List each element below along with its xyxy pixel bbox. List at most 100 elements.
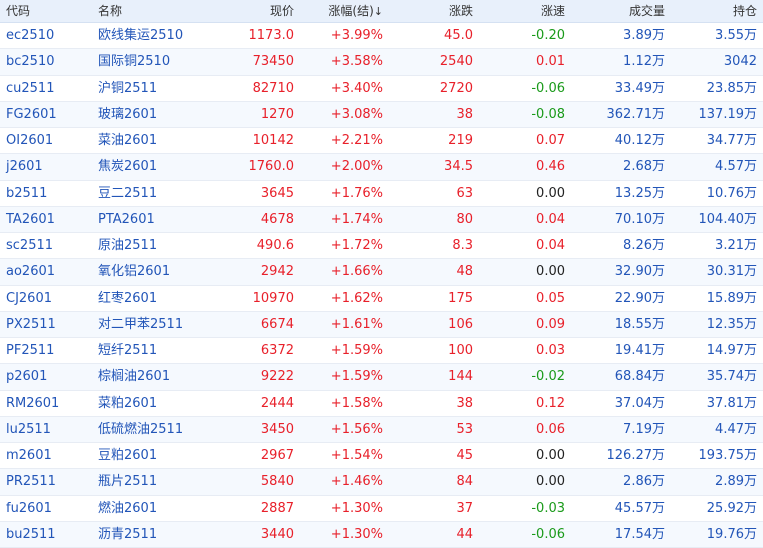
cell-name[interactable]: 玻璃2601 — [92, 102, 210, 127]
cell-price: 2444 — [260, 395, 294, 411]
table-row[interactable]: b2511 豆二2511 3645 +1.76% 63 0.00 13.25万 10.76万 — [0, 181, 763, 207]
table-row[interactable]: sc2511 原油2511 490.6 +1.72% 8.3 0.04 8.26万 3.21万 — [0, 233, 763, 260]
cell-volume: 19.41万 — [614, 343, 665, 358]
cell-code[interactable]: lu2511 — [0, 417, 92, 442]
cell-code[interactable]: cu2511 — [0, 76, 92, 101]
cell-name[interactable]: 欧线集运2510 — [92, 23, 210, 48]
cell-code[interactable]: OI2601 — [0, 128, 92, 153]
cell-price: 4678 — [260, 211, 294, 227]
cell-code[interactable]: CJ2601 — [0, 286, 92, 311]
table-row[interactable]: ao2601 氧化铝2601 2942 +1.66% 48 0.00 32.90万 30.31… — [0, 259, 763, 286]
cell-name[interactable]: 焦炭2601 — [92, 154, 210, 179]
column-header-price[interactable]: 现价 — [210, 0, 300, 22]
cell-name[interactable]: 燃油2601 — [92, 496, 210, 521]
cell-code[interactable]: PR2511 — [0, 469, 92, 494]
table-row[interactable]: PF2511 短纤2511 6372 +1.59% 100 0.03 19.41万 14.97… — [0, 338, 763, 365]
cell-code[interactable]: bu2511 — [0, 522, 92, 547]
cell-speed: 0.00 — [536, 185, 565, 201]
table-row[interactable]: FG2601 玻璃2601 1270 +3.08% 38 -0.08 362.71万 137.… — [0, 101, 763, 128]
table-row[interactable]: CJ2601 红枣2601 10970 +1.62% 175 0.05 22.90万 15.8… — [0, 286, 763, 312]
table-row[interactable]: fu2601 燃油2601 2887 +1.30% 37 -0.03 45.57万 25.92… — [0, 496, 763, 522]
cell-price: 10142 — [252, 133, 294, 148]
table-row[interactable]: cu2511 沪铜2511 82710 +3.40% 2720 -0.06 33.49万 23… — [0, 76, 763, 102]
cell-name[interactable]: 对二甲苯2511 — [92, 312, 210, 337]
cell-change-percent: +1.61% — [330, 316, 383, 332]
cell-code[interactable]: FG2601 — [0, 102, 92, 127]
cell-change-percent: +2.00% — [330, 159, 383, 175]
cell-code[interactable]: p2601 — [0, 364, 92, 389]
cell-name[interactable]: 豆二2511 — [92, 181, 210, 206]
cell-change: 38 — [456, 395, 473, 411]
cell-code[interactable]: PX2511 — [0, 312, 92, 337]
cell-open-interest: 104.40万 — [698, 211, 758, 227]
cell-price: 1270 — [260, 106, 294, 122]
cell-change: 144 — [448, 369, 473, 385]
table-row[interactable]: p2601 棕榈油2601 9222 +1.59% 144 -0.02 68.84万 35.7… — [0, 364, 763, 391]
column-header-price-label: 现价 — [269, 4, 294, 18]
cell-change: 53 — [456, 421, 473, 437]
cell-code[interactable]: b2511 — [0, 181, 92, 206]
cell-name[interactable]: 氧化铝2601 — [92, 259, 210, 284]
cell-code[interactable]: ec2510 — [0, 23, 92, 48]
cell-open-interest: 19.76万 — [706, 526, 757, 542]
cell-speed: 0.12 — [536, 395, 565, 411]
column-header-name[interactable]: 名称 — [92, 0, 210, 22]
table-row[interactable]: OI2601 菜油2601 10142 +2.21% 219 0.07 40.12万 34.7… — [0, 128, 763, 155]
cell-volume: 2.86万 — [623, 474, 665, 490]
cell-code[interactable]: fu2601 — [0, 496, 92, 521]
table-row[interactable]: PR2511 瓶片2511 5840 +1.46% 84 0.00 2.86万 2.89万 — [0, 469, 763, 496]
cell-name[interactable]: 菜油2601 — [92, 128, 210, 153]
table-row[interactable]: lu2511 低硫燃油2511 3450 +1.56% 53 0.06 7.19万 4.47万 — [0, 416, 763, 443]
cell-name[interactable]: 红枣2601 — [92, 286, 210, 311]
table-row[interactable]: TA2601 PTA2601 4678 +1.74% 80 0.04 70.10万 104.4… — [0, 206, 763, 233]
cell-name[interactable]: PTA2601 — [92, 207, 210, 232]
table-row[interactable]: m2601 豆粕2601 2967 +1.54% 45 0.00 126.27万 193.75… — [0, 443, 763, 470]
cell-name[interactable]: 国际铜2510 — [92, 49, 210, 74]
cell-name[interactable]: 豆粕2601 — [92, 443, 210, 468]
cell-change-percent: +3.99% — [330, 28, 383, 43]
cell-price: 5840 — [260, 474, 294, 490]
cell-open-interest: 15.89万 — [706, 290, 757, 306]
cell-name[interactable]: 沪铜2511 — [92, 76, 210, 101]
cell-price: 1760.0 — [248, 159, 295, 175]
cell-name[interactable]: 棕榈油2601 — [92, 364, 210, 389]
cell-name[interactable]: 原油2511 — [92, 233, 210, 258]
cell-volume: 45.57万 — [614, 500, 665, 516]
column-header-change[interactable]: 涨跌 — [389, 0, 480, 22]
cell-code[interactable]: RM2601 — [0, 391, 92, 416]
cell-code[interactable]: bc2510 — [0, 49, 92, 74]
cell-change: 2720 — [439, 80, 473, 96]
table-row[interactable]: bu2511 沥青2511 3440 +1.30% 44 -0.06 17.54万 19.76… — [0, 521, 763, 548]
cell-open-interest: 4.47万 — [715, 421, 757, 437]
cell-name[interactable]: 低硫燃油2511 — [92, 417, 210, 442]
table-row[interactable]: RM2601 菜粕2601 2444 +1.58% 38 0.12 37.04万 37.81万 — [0, 391, 763, 417]
cell-code[interactable]: sc2511 — [0, 233, 92, 258]
cell-code[interactable]: TA2601 — [0, 207, 92, 232]
table-row[interactable]: ec2510 欧线集运2510 1173.0 +3.99% 45.0 -0.20 3.89万… — [0, 23, 763, 50]
cell-code[interactable]: PF2511 — [0, 338, 92, 363]
cell-name[interactable]: 短纤2511 — [92, 338, 210, 363]
column-header-change-percent[interactable]: 涨幅(结)↓ — [300, 0, 389, 22]
table-header: 代码 名称 现价 涨幅(结)↓ 涨跌 涨速 成交量 持仓 — [0, 0, 763, 23]
cell-name[interactable]: 菜粕2601 — [92, 391, 210, 416]
column-header-open-interest[interactable]: 持仓 — [669, 0, 763, 22]
column-header-code[interactable]: 代码 — [0, 0, 92, 22]
cell-name[interactable]: 沥青2511 — [92, 522, 210, 547]
cell-volume: 70.10万 — [614, 211, 665, 227]
column-header-volume[interactable]: 成交量 — [571, 0, 669, 22]
column-header-speed[interactable]: 涨速 — [480, 0, 571, 22]
cell-price: 1173.0 — [248, 28, 295, 43]
table-row[interactable]: bc2510 国际铜2510 73450 +3.58% 2540 0.01 1.12万 304… — [0, 49, 763, 76]
cell-price: 6674 — [260, 316, 294, 332]
cell-change: 80 — [456, 211, 473, 227]
cell-volume: 18.55万 — [614, 316, 665, 332]
column-header-speed-label: 涨速 — [540, 4, 565, 18]
cell-code[interactable]: j2601 — [0, 154, 92, 179]
cell-name[interactable]: 瓶片2511 — [92, 469, 210, 494]
cell-change-percent: +1.30% — [330, 500, 383, 516]
cell-code[interactable]: ao2601 — [0, 259, 92, 284]
table-row[interactable]: PX2511 对二甲苯2511 6674 +1.61% 106 0.09 18.55万 12.… — [0, 311, 763, 338]
cell-speed: -0.02 — [531, 369, 565, 385]
cell-code[interactable]: m2601 — [0, 443, 92, 468]
table-row[interactable]: j2601 焦炭2601 1760.0 +2.00% 34.5 0.46 2.68万 4.57… — [0, 154, 763, 181]
